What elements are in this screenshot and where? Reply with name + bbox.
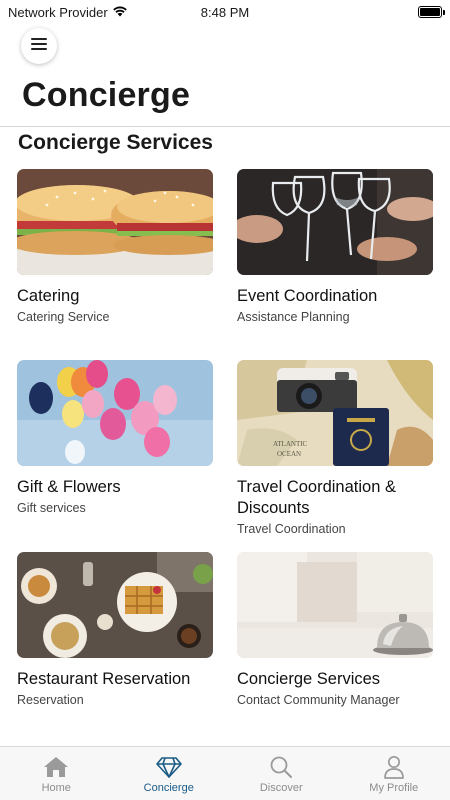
wifi-icon xyxy=(112,5,128,20)
hamburger-icon xyxy=(31,37,47,55)
tab-my-profile[interactable]: My Profile xyxy=(338,747,450,800)
sandwich-photo xyxy=(17,169,213,275)
card-title: Gift & Flowers xyxy=(17,478,121,496)
diamond-icon xyxy=(155,755,182,779)
card-subtitle: Catering Service xyxy=(17,310,110,324)
header-divider xyxy=(0,126,450,127)
service-card-gift-flowers[interactable]: Gift & Flowers Gift services xyxy=(17,360,213,515)
card-subtitle: Reservation xyxy=(17,693,84,707)
passport-camera-map-photo: ATLANTIC OCEAN xyxy=(237,360,433,466)
section-title: Concierge Services xyxy=(18,131,213,154)
service-card-restaurant-reservation[interactable]: Restaurant Reservation Reservation xyxy=(17,552,213,707)
tab-home[interactable]: Home xyxy=(0,747,113,800)
page-title: Concierge xyxy=(22,76,191,114)
bottom-tab-bar: Home Concierge Discover My Profile xyxy=(0,746,450,800)
carrier-name: Network Provider xyxy=(8,4,108,20)
card-title: Event Coordination xyxy=(237,287,378,305)
card-title: Restaurant Reservation xyxy=(17,670,191,688)
carrier-group: Network Provider xyxy=(8,5,128,20)
person-icon xyxy=(383,755,405,779)
tab-label: Concierge xyxy=(143,782,194,794)
card-subtitle: Gift services xyxy=(17,501,86,515)
tab-label: Discover xyxy=(259,782,303,794)
card-subtitle: Contact Community Manager xyxy=(237,693,400,707)
card-subtitle: Assistance Planning xyxy=(237,310,350,324)
home-icon xyxy=(43,755,69,779)
card-subtitle: Travel Coordination xyxy=(237,522,346,536)
service-card-catering[interactable]: Catering Catering Service xyxy=(17,169,213,324)
card-title: Concierge Services xyxy=(237,670,381,688)
menu-button[interactable] xyxy=(21,28,57,64)
tab-discover[interactable]: Discover xyxy=(225,747,338,800)
card-title: Travel Coordination & Discounts xyxy=(237,478,396,517)
status-bar: Network Provider 8:48 PM xyxy=(0,0,450,24)
service-card-event-coordination[interactable]: Event Coordination Assistance Planning xyxy=(237,169,433,324)
service-bell-photo xyxy=(237,552,433,658)
tab-concierge[interactable]: Concierge xyxy=(113,747,226,800)
service-card-travel-coordination[interactable]: ATLANTIC OCEAN Travel Coordination & Dis… xyxy=(237,360,433,536)
svg-text:OCEAN: OCEAN xyxy=(277,450,301,458)
wine-toast-photo xyxy=(237,169,433,275)
search-icon xyxy=(269,755,293,779)
tab-label: My Profile xyxy=(369,782,419,794)
restaurant-table-photo xyxy=(17,552,213,658)
battery-icon xyxy=(418,6,445,18)
card-title: Catering xyxy=(17,287,80,305)
tab-label: Home xyxy=(41,782,71,794)
service-card-concierge-services[interactable]: Concierge Services Contact Community Man… xyxy=(237,552,433,707)
balloons-photo xyxy=(17,360,213,466)
svg-text:ATLANTIC: ATLANTIC xyxy=(273,440,308,448)
